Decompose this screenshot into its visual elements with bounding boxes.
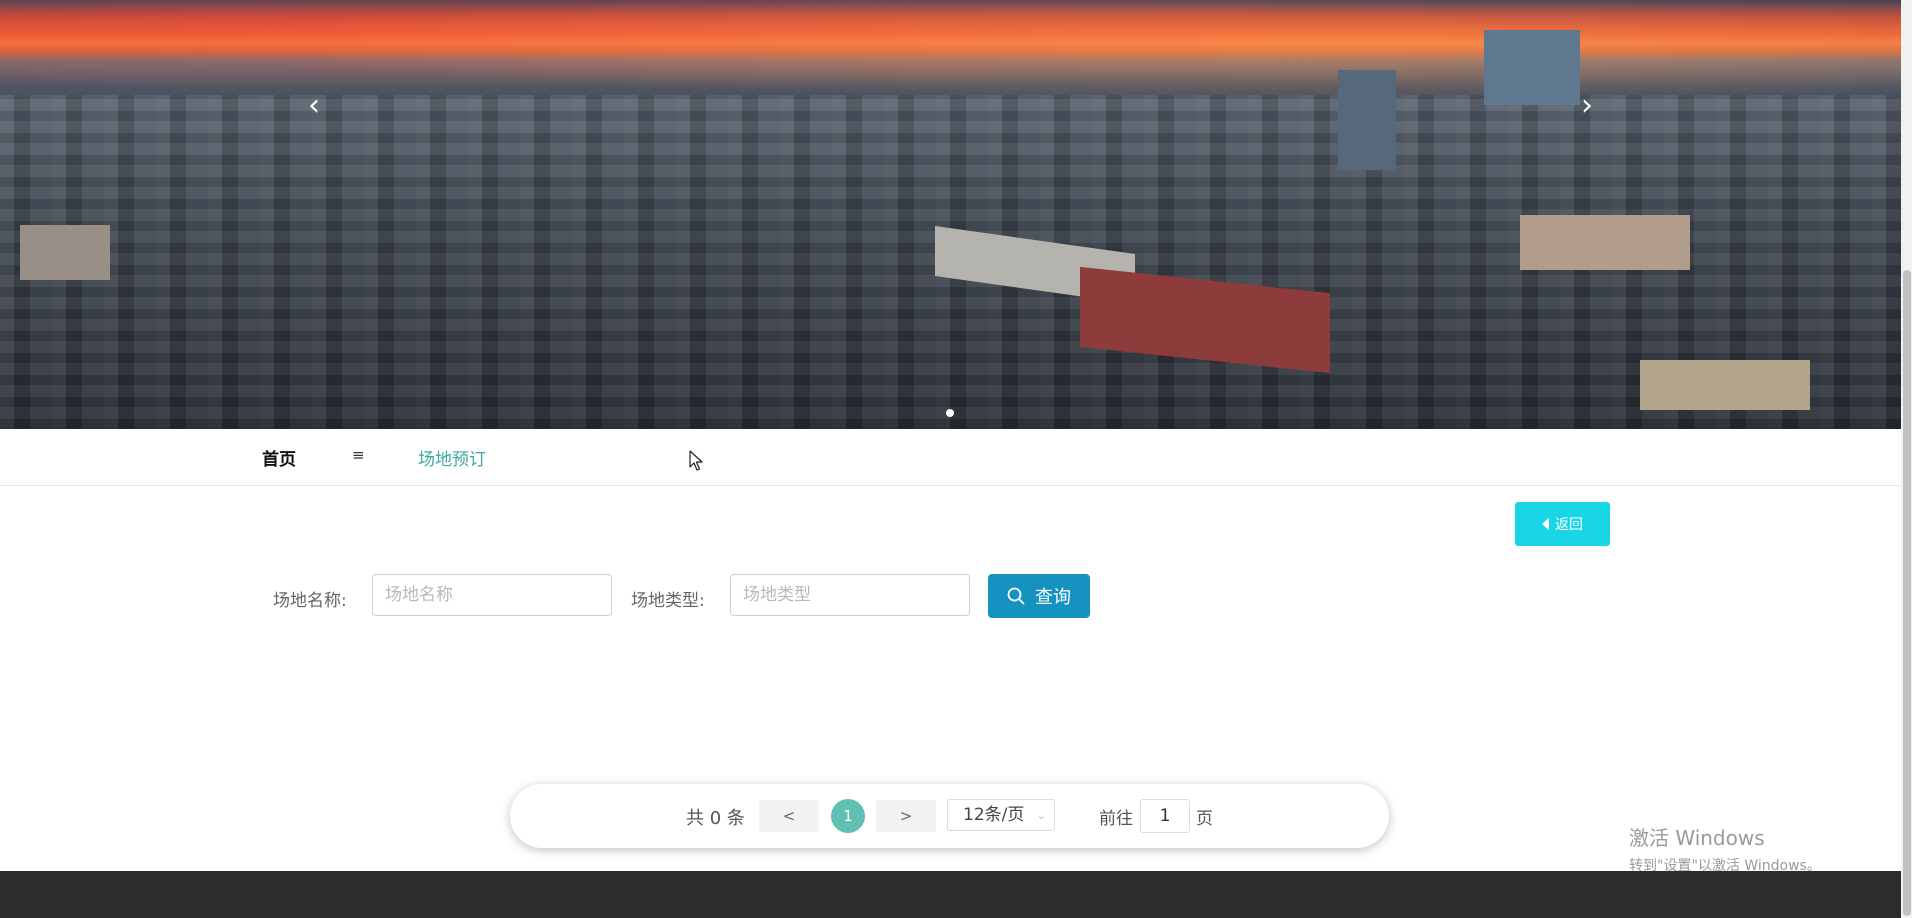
scrollbar-thumb[interactable] [1903, 270, 1911, 916]
page-number-active[interactable]: 1 [831, 799, 865, 833]
search-icon [1007, 587, 1025, 605]
goto-label: 前往 [1099, 809, 1133, 829]
nav-bar: 首页 ≡ 场地预订 [0, 429, 1901, 486]
footer [0, 871, 1901, 918]
chevron-down-icon: ⌄ [1036, 809, 1046, 822]
banner-building [1520, 215, 1690, 270]
back-button-label: 返回 [1555, 517, 1583, 533]
caret-left-icon [1542, 518, 1549, 530]
watermark-title: 激活 Windows [1629, 826, 1765, 850]
goto-suffix: 页 [1196, 809, 1213, 829]
search-button[interactable]: 查询 [988, 574, 1090, 618]
carousel-next-arrow-icon[interactable]: › [1567, 86, 1607, 126]
venue-type-label: 场地类型: [631, 591, 705, 611]
banner-tower [1484, 30, 1580, 105]
banner-sky [0, 0, 1901, 110]
windows-activation-watermark: 激活 Windows 转到"设置"以激活 Windows。 [1629, 822, 1821, 875]
nav-home-link[interactable]: 首页 [262, 445, 296, 470]
nav-current-page[interactable]: 场地预订 [418, 445, 486, 470]
next-page-button[interactable]: > [876, 800, 936, 832]
prev-page-button[interactable]: < [759, 800, 819, 832]
banner-carousel: ‹ › [0, 0, 1901, 429]
back-button[interactable]: 返回 [1515, 502, 1610, 546]
carousel-prev-arrow-icon[interactable]: ‹ [294, 86, 334, 126]
page-size-value: 12条/页 [963, 805, 1025, 825]
venue-name-input[interactable] [372, 574, 612, 616]
mouse-cursor-icon [689, 450, 703, 471]
carousel-indicator-dot[interactable] [946, 409, 954, 417]
nav-menu-icon: ≡ [352, 446, 365, 464]
total-count: 共 0 条 [686, 808, 745, 829]
goto-page-input[interactable] [1140, 799, 1190, 833]
venue-type-input[interactable] [730, 574, 970, 616]
banner-building [20, 225, 110, 280]
venue-name-label: 场地名称: [273, 591, 347, 611]
pagination: 共 0 条 < 1 > 12条/页 ⌄ 前往 页 [510, 784, 1389, 848]
search-button-label: 查询 [1035, 587, 1071, 608]
banner-building [1640, 360, 1810, 410]
banner-tower [1338, 70, 1396, 170]
page-size-select[interactable]: 12条/页 ⌄ [947, 799, 1055, 831]
